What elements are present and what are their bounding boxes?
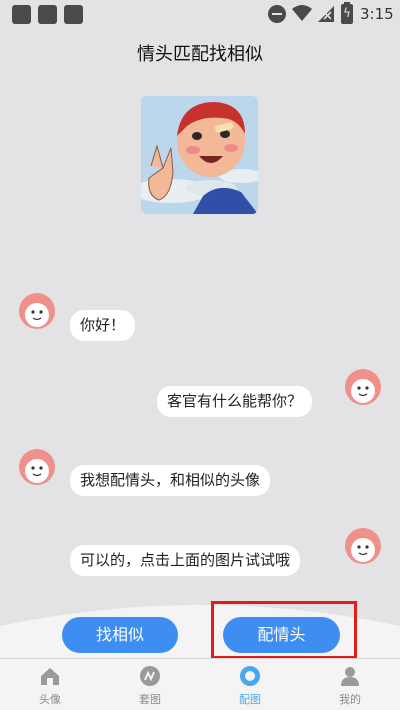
match-avatar-image[interactable] <box>141 96 258 214</box>
home-icon <box>41 668 59 685</box>
tab-avatar[interactable]: 头像 <box>0 659 100 710</box>
bot-avatar <box>19 449 55 485</box>
status-time: 3:15 <box>360 5 394 23</box>
tab-label: 套图 <box>139 693 161 706</box>
user-avatar <box>345 369 381 405</box>
highlight-box <box>211 601 357 659</box>
status-bar: 3:15 <box>0 0 400 30</box>
chat-message-right: 客官有什么能帮你？ <box>157 386 313 417</box>
page-title: 情头匹配找相似 <box>137 44 263 65</box>
match-icon <box>240 666 260 686</box>
app-square-icon <box>64 5 83 24</box>
chat-message-right: 可以的，点击上面的图片试试哦 <box>70 545 301 576</box>
wifi-icon <box>292 5 312 21</box>
profile-icon <box>341 667 359 686</box>
chat-message-left: 我想配情头，和相似的头像 <box>70 465 271 496</box>
tab-label: 头像 <box>39 693 61 706</box>
album-icon <box>140 666 160 686</box>
tab-label: 我的 <box>339 693 361 706</box>
app-square-icon <box>38 5 57 24</box>
tab-label: 配图 <box>239 693 261 706</box>
signal-off-icon <box>318 6 334 22</box>
tab-mine[interactable]: 我的 <box>300 659 400 710</box>
find-similar-button[interactable]: 找相似 <box>62 617 178 653</box>
chat-message-left: 你好！ <box>70 310 136 341</box>
tab-match[interactable]: 配图 <box>200 659 300 710</box>
user-avatar <box>345 528 381 564</box>
bot-avatar <box>19 293 55 329</box>
battery-charging-icon <box>341 2 353 24</box>
app-square-icon <box>12 5 31 24</box>
do-not-disturb-icon <box>268 5 286 23</box>
tab-album[interactable]: 套图 <box>100 659 200 710</box>
tab-bar: 头像 套图 配图 我的 <box>0 658 400 710</box>
